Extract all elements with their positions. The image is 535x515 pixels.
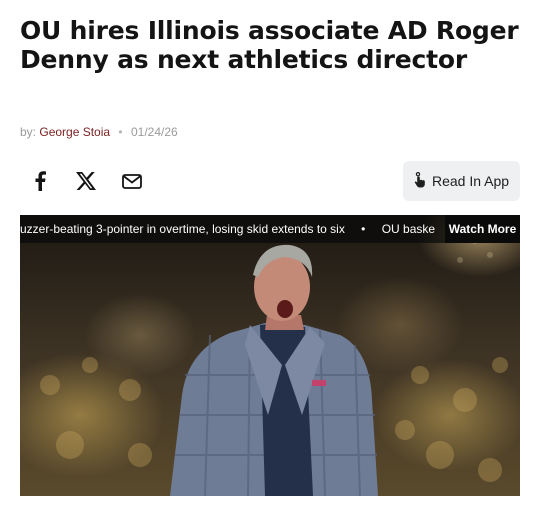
facebook-icon[interactable] [29, 170, 51, 192]
video-player[interactable]: uzzer-beating 3-pointer in overtime, los… [20, 215, 520, 496]
ticker-separator: • [361, 222, 366, 236]
ticker-item[interactable]: OU baske [382, 215, 435, 243]
ticker-item[interactable]: uzzer-beating 3-pointer in overtime, los… [20, 215, 345, 243]
email-icon[interactable] [121, 170, 143, 192]
byline-prefix: by: [20, 125, 37, 139]
publish-date: 01/24/26 [130, 125, 178, 139]
article-headline: OU hires Illinois associate AD Roger Den… [20, 16, 519, 74]
x-twitter-icon[interactable] [75, 170, 97, 192]
byline: by: George Stoia • 01/24/26 [20, 125, 178, 139]
watch-more-button[interactable]: Watch More [445, 215, 520, 243]
author-link[interactable]: George Stoia [39, 125, 110, 139]
news-ticker: uzzer-beating 3-pointer in overtime, los… [20, 215, 520, 243]
coach-figure [170, 244, 378, 496]
ticker-track: uzzer-beating 3-pointer in overtime, los… [20, 215, 445, 243]
tap-hand-icon [414, 171, 425, 191]
read-in-app-label: Read In App [431, 173, 510, 189]
byline-separator: • [118, 125, 123, 139]
read-in-app-button[interactable]: Read In App [403, 161, 520, 201]
